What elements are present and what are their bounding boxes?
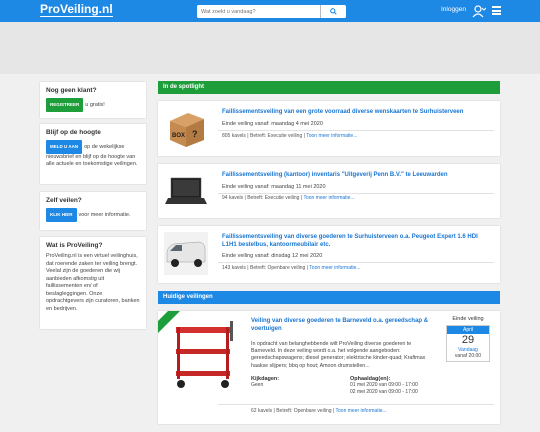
current-auctions-header: Huidige veilingen (158, 291, 500, 304)
own-auction-card: Zelf veilen? KLIK HIER voor meer informat… (40, 192, 146, 230)
auction-card[interactable]: VANDAAG Veiling van diverse goederen te … (158, 311, 500, 424)
auction-title[interactable]: Faillissementsveiling van diverse goeder… (222, 233, 492, 249)
site-logo[interactable]: ProVeiling.nl (40, 3, 113, 17)
more-info-link[interactable]: Toon meer informatie... (306, 133, 357, 139)
about-title: Wat is ProVeiling? (46, 242, 103, 249)
search-bar (197, 5, 346, 18)
calendar-day: 29 (461, 334, 475, 346)
banner-area (0, 22, 540, 74)
auction-description: In opdracht van belanghebbende wilt ProV… (251, 341, 426, 369)
subscribe-button[interactable]: MELD U AAN (46, 140, 83, 154)
svg-text:BOX: BOX (172, 133, 185, 139)
auction-title[interactable]: Faillissementsveiling (kantoor) inventar… (222, 171, 492, 179)
about-card: Wat is ProVeiling? ProVeiling.nl is een … (40, 237, 146, 329)
newsletter-title: Blijf op de hoogte (46, 129, 101, 136)
card-laptop-image (164, 170, 208, 213)
about-text: ProVeiling.nl is een virtuel veilinghuis… (46, 253, 140, 312)
pickup-days: Ophaaldag(en): 01 mei 2020 van 09:00 - 1… (350, 376, 418, 395)
card-box-image: BOX ? (170, 113, 204, 147)
new-customer-card: Nog geen klant? REGISTREER u gratis! (40, 82, 146, 118)
register-text: u gratis! (85, 102, 105, 109)
auction-end-date: Einde veiling vanaf: maandag 4 mei 2020 (222, 121, 323, 127)
svg-text:?: ? (192, 129, 198, 139)
viewing-days: Kijkdagen: Geen (251, 376, 280, 388)
register-button[interactable]: REGISTREER (46, 98, 84, 112)
calendar-month: April (447, 326, 489, 334)
end-date-box: Einde veiling April 29 Vandaag vanaf 20:… (446, 316, 490, 362)
spotlight-header: In de spotlight (158, 81, 500, 94)
auction-meta: 143 kavels | Betreft: Openbare veiling |… (222, 265, 361, 271)
tool-cart-image (176, 321, 233, 388)
search-input[interactable] (197, 5, 320, 18)
more-info-link[interactable]: Toon meer informatie... (303, 195, 354, 201)
more-info-link[interactable]: Toon meer informatie... (309, 265, 360, 271)
user-icon[interactable] (472, 4, 486, 18)
auction-title[interactable]: Veiling van diverse goederen te Barnevel… (251, 317, 431, 333)
auction-end-date: Einde veiling vanaf: maandag 11 mei 2020 (222, 184, 326, 190)
calendar-badge: April 29 Vandaag vanaf 20:00 (446, 325, 490, 362)
newsletter-card: Blijf op de hoogte MELD U AAN op de wekel… (40, 124, 146, 184)
auction-meta: 94 kavels | Betreft: Executie veiling | … (222, 195, 355, 201)
click-here-button[interactable]: KLIK HIER (46, 208, 77, 222)
search-button[interactable] (320, 5, 346, 18)
login-link[interactable]: Inloggen (441, 6, 466, 13)
end-label: Einde veiling (452, 316, 484, 322)
auction-meta: 62 kavels | Betreft: Openbare veiling | … (251, 408, 387, 414)
hamburger-menu-icon[interactable] (492, 6, 501, 15)
top-navbar: ProVeiling.nl Inloggen (0, 0, 540, 22)
own-auction-title: Zelf veilen? (46, 197, 82, 204)
auction-end-date: Einde veiling vanaf: dinsdag 12 mei 2020 (222, 253, 323, 259)
own-auction-text: voor meer informatie. (78, 212, 131, 219)
card-van-image (164, 232, 208, 275)
auction-meta: 805 kavels | Betreft: Executie veiling |… (222, 133, 358, 139)
auction-card[interactable]: BOX ? Faillissementsveiling van een grot… (158, 101, 500, 156)
more-info-link[interactable]: Toon meer informatie... (336, 408, 387, 414)
auction-card[interactable]: Faillissementsveiling van diverse goeder… (158, 226, 500, 283)
auction-title[interactable]: Faillissementsveiling van een grote voor… (222, 108, 492, 116)
new-customer-title: Nog geen klant? (46, 87, 97, 94)
search-icon (330, 8, 337, 15)
calendar-time: vanaf 20:00 (454, 353, 482, 359)
auction-card[interactable]: Faillissementsveiling (kantoor) inventar… (158, 164, 500, 218)
